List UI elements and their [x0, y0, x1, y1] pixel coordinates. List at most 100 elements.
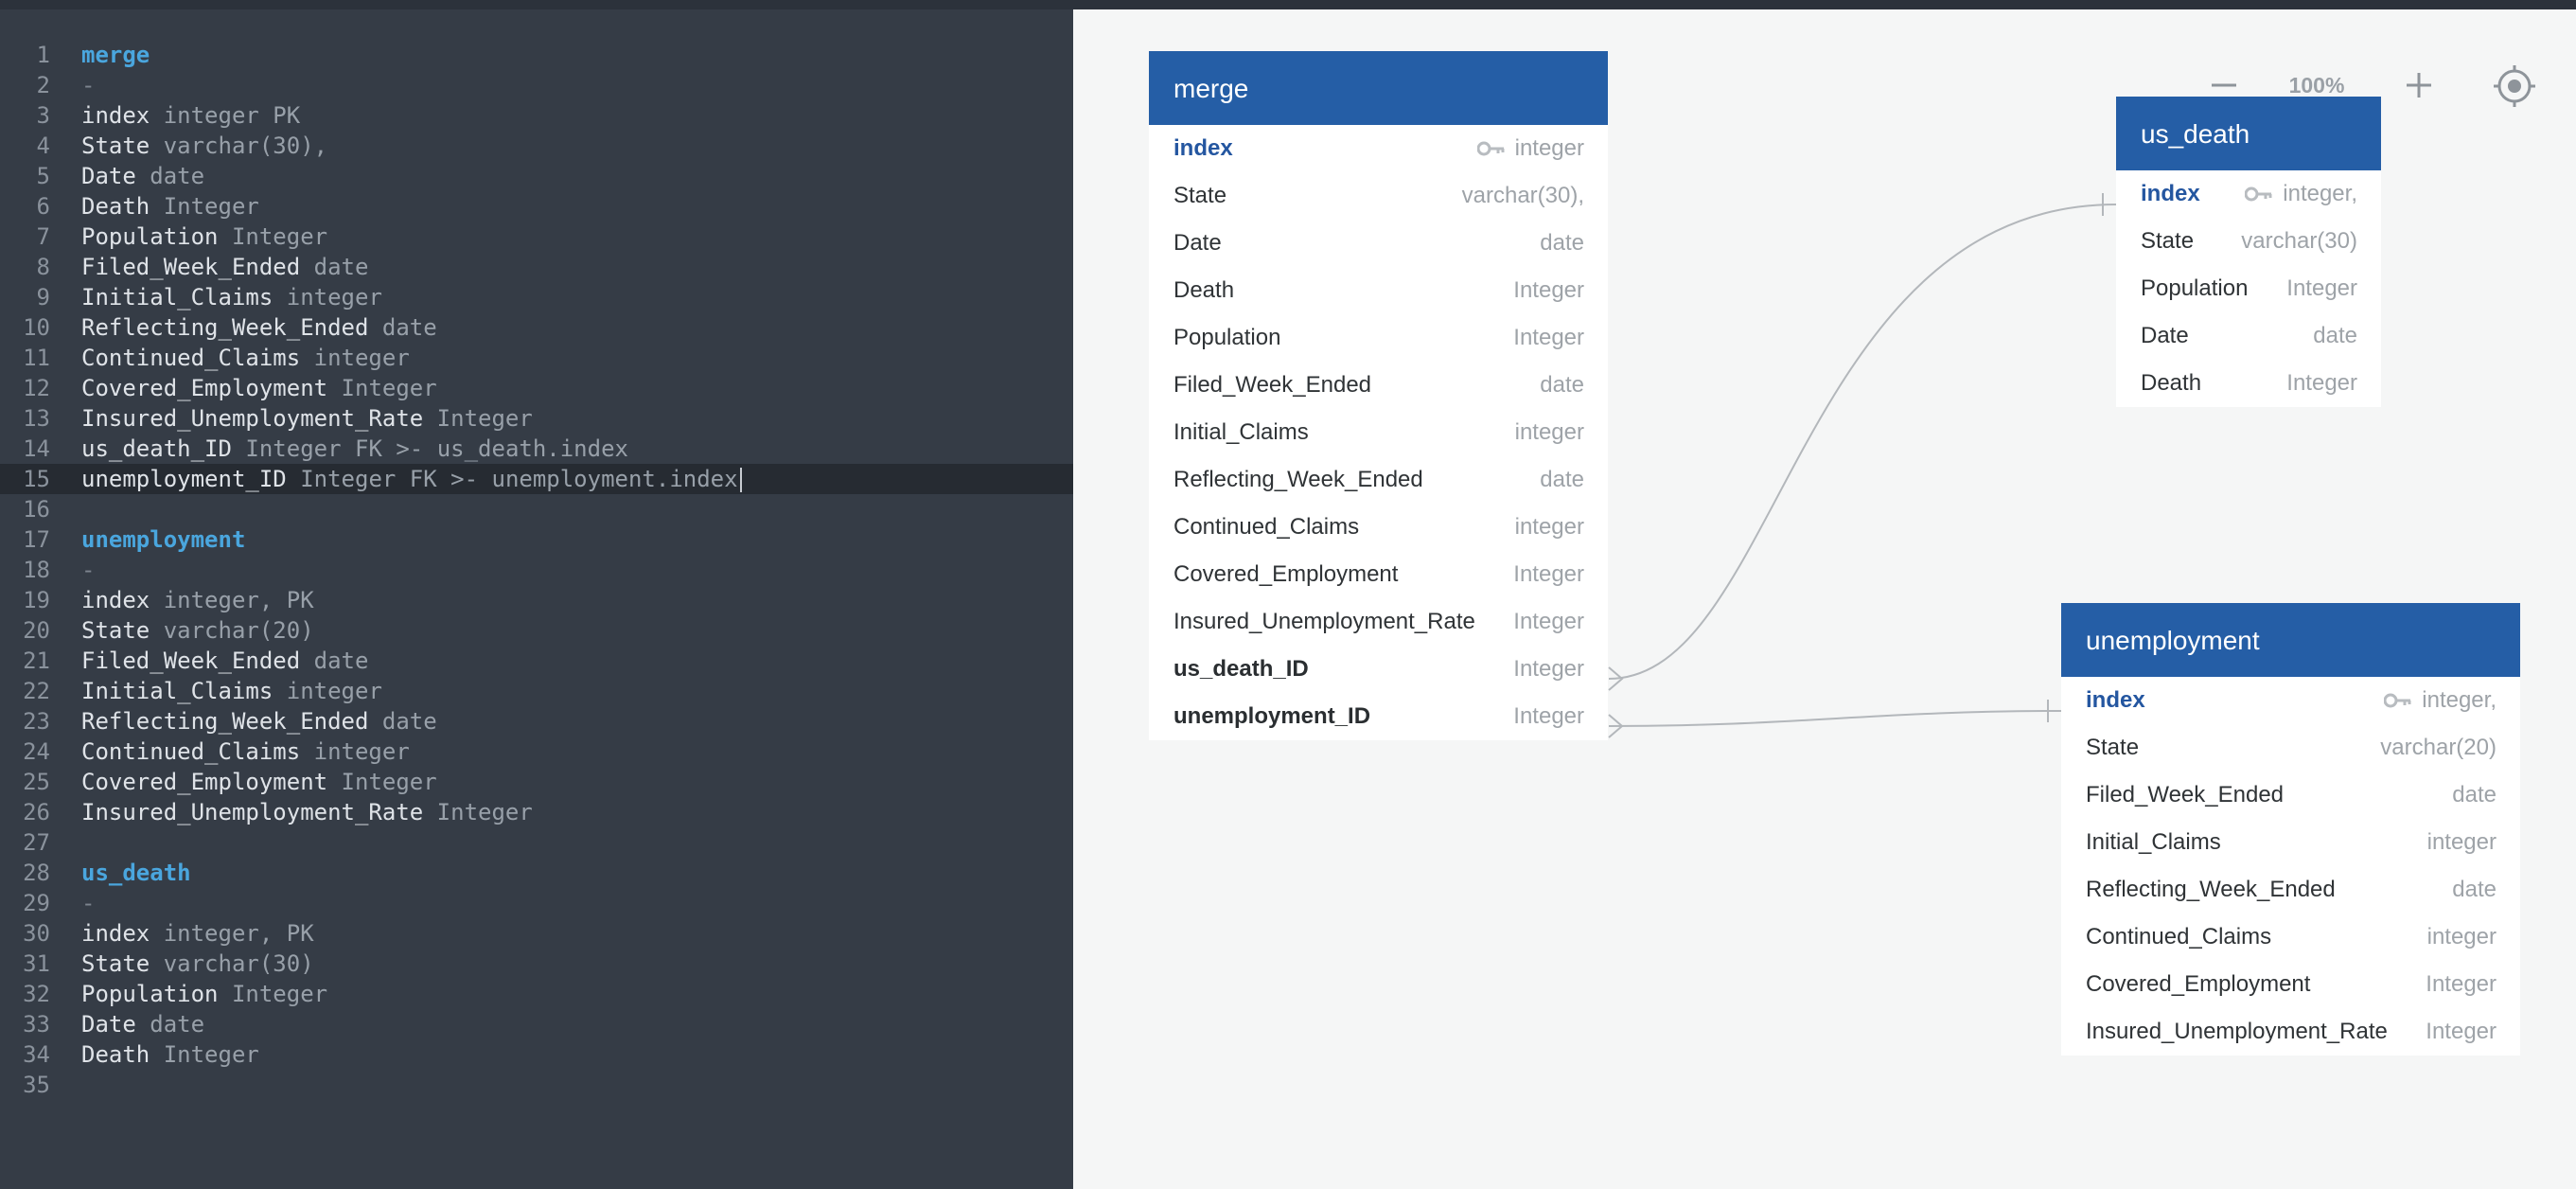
us-death-table-header[interactable]: us_death [2116, 97, 2381, 170]
line-content[interactable]: State varchar(30) [81, 949, 314, 979]
code-line[interactable]: 21 Filed_Week_Ended date [0, 646, 1073, 676]
code-lines[interactable]: 1 merge 2-3 index integer PK 4 State varchar(… [0, 40, 1073, 1100]
recenter-button[interactable] [2493, 64, 2536, 108]
zoom-in-button[interactable] [2402, 68, 2436, 102]
line-content[interactable]: Date date [81, 1009, 204, 1039]
field-row[interactable]: Insured_Unemployment_Rate Integer [2061, 1008, 2520, 1056]
field-row[interactable]: unemployment_ID Integer [1149, 693, 1608, 740]
merge-table-header[interactable]: merge [1149, 51, 1608, 125]
line-content[interactable]: Population Integer [81, 222, 327, 252]
code-line[interactable]: 29 - [0, 888, 1073, 918]
field-row[interactable]: Population Integer [1149, 314, 1608, 362]
code-line[interactable]: 1 merge [0, 40, 1073, 70]
code-line[interactable]: 16 [0, 494, 1073, 524]
line-content[interactable]: State varchar(20) [81, 615, 314, 646]
code-line[interactable]: 7 Population Integer [0, 222, 1073, 252]
code-line[interactable]: 22 Initial_Claims integer [0, 676, 1073, 706]
line-content[interactable]: Insured_Unemployment_Rate Integer [81, 403, 533, 434]
code-line[interactable]: 3 index integer PK [0, 100, 1073, 131]
code-line[interactable]: 18 - [0, 555, 1073, 585]
code-line[interactable]: 20 State varchar(20) [0, 615, 1073, 646]
code-line[interactable]: 6 Death Integer [0, 191, 1073, 222]
field-row[interactable]: Initial_Claims integer [2061, 819, 2520, 866]
field-row[interactable]: Population Integer [2116, 265, 2381, 312]
line-content[interactable]: Filed_Week_Ended date [81, 252, 368, 282]
line-content[interactable]: Filed_Week_Ended date [81, 646, 368, 676]
line-content[interactable]: Reflecting_Week_Ended date [81, 706, 437, 736]
field-row[interactable]: State varchar(30), [1149, 172, 1608, 220]
code-line[interactable]: 2- [0, 70, 1073, 100]
unemployment-table-header[interactable]: unemployment [2061, 603, 2520, 677]
line-content[interactable]: Population Integer [81, 979, 327, 1009]
code-line[interactable]: 10 Reflecting_Week_Ended date [0, 312, 1073, 343]
code-line[interactable]: 5 Date date [0, 161, 1073, 191]
code-line[interactable]: 30 index integer, PK [0, 918, 1073, 949]
line-content[interactable]: Death Integer [81, 191, 259, 222]
code-line[interactable]: 32 Population Integer [0, 979, 1073, 1009]
field-row[interactable]: index integer, [2061, 677, 2520, 724]
code-line[interactable]: 33 Date date [0, 1009, 1073, 1039]
field-row[interactable]: Filed_Week_Ended date [1149, 362, 1608, 409]
code-line[interactable]: 26 Insured_Unemployment_Rate Integer [0, 797, 1073, 827]
field-row[interactable]: Filed_Week_Ended date [2061, 772, 2520, 819]
field-row[interactable]: Death Integer [2116, 360, 2381, 407]
code-line[interactable]: 24 Continued_Claims integer [0, 736, 1073, 767]
code-line[interactable]: 13 Insured_Unemployment_Rate Integer [0, 403, 1073, 434]
code-line[interactable]: 23 Reflecting_Week_Ended date [0, 706, 1073, 736]
code-line[interactable]: 12 Covered_Employment Integer [0, 373, 1073, 403]
code-line[interactable]: 11 Continued_Claims integer [0, 343, 1073, 373]
unemployment-table[interactable]: unemployment index integer, State varchar(2… [2061, 603, 2520, 1056]
field-row[interactable]: Reflecting_Week_Ended date [2061, 866, 2520, 914]
code-line[interactable]: 14 us_death_ID Integer FK >- us_death.ind… [0, 434, 1073, 464]
line-content[interactable]: Initial_Claims integer [81, 676, 382, 706]
line-content[interactable]: Continued_Claims integer [81, 343, 410, 373]
code-line[interactable]: 8 Filed_Week_Ended date [0, 252, 1073, 282]
code-line[interactable]: 25 Covered_Employment Integer [0, 767, 1073, 797]
field-row[interactable]: us_death_ID Integer [1149, 646, 1608, 693]
line-content[interactable]: Initial_Claims integer [81, 282, 382, 312]
line-content[interactable]: index integer, PK [81, 585, 314, 615]
line-content[interactable]: - [81, 70, 95, 100]
field-row[interactable]: State varchar(20) [2061, 724, 2520, 772]
line-content[interactable]: unemployment [81, 524, 245, 555]
code-line[interactable]: 27 [0, 827, 1073, 858]
code-line[interactable]: 4 State varchar(30), [0, 131, 1073, 161]
field-row[interactable]: Insured_Unemployment_Rate Integer [1149, 598, 1608, 646]
line-content[interactable]: Insured_Unemployment_Rate Integer [81, 797, 533, 827]
field-row[interactable]: Continued_Claims integer [1149, 504, 1608, 551]
code-line[interactable]: 35 [0, 1070, 1073, 1100]
merge-table[interactable]: merge index integer State varchar(30), Date d… [1149, 51, 1608, 740]
field-row[interactable]: Continued_Claims integer [2061, 914, 2520, 961]
line-content[interactable]: Date date [81, 161, 204, 191]
field-row[interactable]: index integer [1149, 125, 1608, 172]
line-content[interactable]: Death Integer [81, 1039, 259, 1070]
field-row[interactable]: Covered_Employment Integer [2061, 961, 2520, 1008]
line-content[interactable]: us_death_ID Integer FK >- us_death.index [81, 434, 628, 464]
code-line[interactable]: 17 unemployment [0, 524, 1073, 555]
line-content[interactable]: Covered_Employment Integer [81, 767, 437, 797]
line-content[interactable]: Continued_Claims integer [81, 736, 410, 767]
line-content[interactable]: Reflecting_Week_Ended date [81, 312, 437, 343]
code-line[interactable]: 31 State varchar(30) [0, 949, 1073, 979]
line-content[interactable]: - [81, 888, 95, 918]
line-content[interactable]: Covered_Employment Integer [81, 373, 437, 403]
zoom-out-button[interactable] [2207, 68, 2241, 102]
code-line[interactable]: 19 index integer, PK [0, 585, 1073, 615]
line-content[interactable]: merge [81, 40, 150, 70]
field-row[interactable]: Reflecting_Week_Ended date [1149, 456, 1608, 504]
line-content[interactable]: - [81, 555, 95, 585]
field-row[interactable]: Covered_Employment Integer [1149, 551, 1608, 598]
field-row[interactable]: Death Integer [1149, 267, 1608, 314]
field-row[interactable]: Date date [1149, 220, 1608, 267]
field-row[interactable]: Date date [2116, 312, 2381, 360]
code-line[interactable]: 9 Initial_Claims integer [0, 282, 1073, 312]
code-line[interactable]: 34 Death Integer [0, 1039, 1073, 1070]
code-line[interactable]: 15 unemployment_ID Integer FK >- unemploy… [0, 464, 1073, 494]
code-line[interactable]: 28 us_death [0, 858, 1073, 888]
line-content[interactable]: index integer, PK [81, 918, 314, 949]
line-content[interactable]: us_death [81, 858, 191, 888]
field-row[interactable]: index integer, [2116, 170, 2381, 218]
field-row[interactable]: Initial_Claims integer [1149, 409, 1608, 456]
code-editor[interactable]: 1 merge 2-3 index integer PK 4 State varchar(… [0, 9, 1073, 1189]
line-content[interactable]: index integer PK [81, 100, 300, 131]
